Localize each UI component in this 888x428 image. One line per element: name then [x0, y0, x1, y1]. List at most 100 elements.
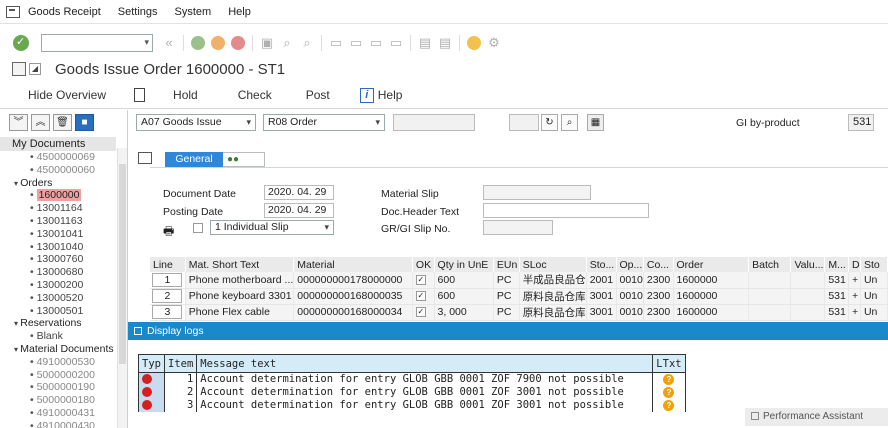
table-cell[interactable]: 2300 [643, 304, 674, 321]
first-page-icon[interactable]: ▭ [329, 36, 343, 50]
menu-system[interactable]: System [175, 6, 212, 18]
tree-item[interactable]: 13001041 [0, 228, 127, 241]
tree-item[interactable]: 13000680 [0, 266, 127, 279]
log-longtext-cell[interactable]: ? [652, 386, 686, 399]
column-header[interactable]: Op... [616, 257, 644, 272]
find-icon[interactable]: ⌕ [280, 36, 294, 50]
tree-item[interactable]: 4500000069 [0, 151, 127, 164]
menu-help[interactable]: Help [228, 6, 251, 18]
table-cell[interactable] [790, 304, 826, 321]
back-icon[interactable] [191, 36, 205, 50]
table-cell[interactable] [748, 304, 792, 321]
table-cell[interactable]: PC [493, 304, 520, 321]
table-cell[interactable]: 531 [824, 288, 849, 305]
column-header[interactable]: Co... [643, 257, 674, 272]
column-header[interactable]: SLoc [519, 257, 587, 272]
column-header[interactable]: D [848, 257, 861, 272]
tree-item[interactable]: 5000000200 [0, 369, 127, 382]
table-cell[interactable]: 半成品良品仓 [519, 272, 587, 289]
hold-button[interactable]: Hold [173, 88, 198, 102]
log-row[interactable]: 2 Account determination for entry GLOB GB… [138, 386, 686, 399]
column-header[interactable]: Sto [860, 257, 888, 272]
chevron-down-icon[interactable]: ▾ [144, 37, 149, 48]
table-cell[interactable]: 0010 [616, 272, 644, 289]
table-cell[interactable]: Un [860, 304, 888, 321]
table-cell[interactable]: 000000000178000000 [293, 272, 413, 289]
long-text-icon[interactable]: ? [663, 374, 675, 385]
column-header[interactable]: Batch [748, 257, 792, 272]
table-cell[interactable]: Phone motherboard ... [185, 272, 295, 289]
posting-date-field[interactable]: 2020. 04. 29 [264, 203, 334, 218]
table-cell[interactable]: 531 [824, 272, 849, 289]
table-row[interactable]: 2 Phone keyboard 3301 000000000168000035 ✓ 6… [150, 288, 888, 305]
tree-item[interactable]: 4910000530 [0, 356, 127, 369]
menu-goods-receipt[interactable]: Goods Receipt [28, 6, 101, 18]
column-header[interactable]: Order [673, 257, 750, 272]
column-header[interactable]: Valu... [790, 257, 826, 272]
table-cell[interactable]: 600 [434, 288, 494, 305]
post-button[interactable]: Post [306, 88, 330, 102]
new-session-icon[interactable]: ▤ [418, 36, 432, 50]
tree-item[interactable]: 1600000 [0, 189, 127, 202]
app-menu-icon[interactable] [6, 5, 20, 18]
tab-general[interactable]: General [165, 152, 223, 167]
tree-item[interactable]: 13001163 [0, 215, 127, 228]
table-cell[interactable]: 2001 [586, 272, 617, 289]
enter-icon[interactable] [13, 35, 29, 51]
table-cell[interactable]: Phone Flex cable [185, 304, 295, 321]
table-cell[interactable]: + [848, 288, 861, 305]
ok-checkbox[interactable]: ✓ [415, 291, 426, 302]
tree-item[interactable]: Blank [0, 330, 127, 343]
document-date-field[interactable]: 2020. 04. 29 [264, 185, 334, 200]
table-row[interactable]: 3 Phone Flex cable 000000000168000034 ✓ 3, 0… [150, 304, 888, 321]
table-cell[interactable]: Phone keyboard 3301 [185, 288, 295, 305]
trash-icon[interactable]: 🗑 [53, 113, 72, 131]
table-cell[interactable] [790, 288, 826, 305]
table-cell[interactable]: 0010 [616, 288, 644, 305]
tree-item[interactable]: 13000200 [0, 279, 127, 292]
print-checkbox[interactable] [193, 223, 203, 233]
settings-icon[interactable]: ▦ [587, 114, 604, 131]
tree-item[interactable]: 13000501 [0, 305, 127, 318]
log-row[interactable]: 3 Account determination for entry GLOB GB… [138, 399, 686, 412]
table-cell[interactable]: 0010 [616, 304, 644, 321]
table-cell[interactable]: 000000000168000034 [293, 304, 413, 321]
table-cell[interactable]: 3, 000 [434, 304, 494, 321]
table-cell[interactable]: 1600000 [673, 304, 750, 321]
close-overview-icon[interactable]: ■ [75, 113, 94, 131]
log-row[interactable]: 1 Account determination for entry GLOB GB… [138, 372, 686, 386]
new-document-icon[interactable] [134, 88, 146, 102]
ok-checkbox[interactable]: ✓ [415, 307, 426, 318]
command-field[interactable]: ▾ [41, 34, 153, 52]
detail-toggle-icon[interactable] [138, 152, 152, 164]
tree-item[interactable]: 4910000430 [0, 420, 127, 428]
long-text-icon[interactable]: ? [663, 387, 675, 398]
scrollbar-thumb[interactable] [119, 164, 126, 364]
table-cell[interactable]: + [848, 272, 861, 289]
table-cell[interactable]: 2300 [643, 272, 674, 289]
exit-icon[interactable] [211, 36, 225, 50]
next-page-icon[interactable]: ▭ [369, 36, 383, 50]
tree-folder[interactable]: Material Documents [0, 343, 127, 356]
tree-folder[interactable]: Orders [0, 177, 127, 190]
table-cell[interactable]: PC [493, 288, 520, 305]
tree-item[interactable]: 13000520 [0, 292, 127, 305]
print-icon[interactable]: ▣ [260, 36, 274, 50]
find-next-icon[interactable]: ⌕ [300, 36, 314, 50]
tree-item[interactable]: 4500000060 [0, 164, 127, 177]
tree-item[interactable]: 4910000431 [0, 407, 127, 420]
column-header[interactable]: Mat. Short Text [185, 257, 295, 272]
ok-checkbox-cell[interactable]: ✓ [412, 304, 435, 321]
gi-by-product-field[interactable]: 531 [848, 114, 874, 131]
ok-checkbox[interactable]: ✓ [415, 274, 426, 285]
log-longtext-cell[interactable]: ? [652, 399, 686, 412]
expand-icon[interactable]: ◢ [29, 63, 41, 75]
table-cell[interactable]: 000000000168000035 [293, 288, 413, 305]
first-page-icon[interactable]: « [162, 36, 176, 50]
reference-number-field[interactable] [393, 114, 475, 131]
table-cell[interactable] [748, 288, 792, 305]
line-number-cell[interactable]: 3 [150, 304, 186, 321]
table-cell[interactable]: 3001 [586, 288, 617, 305]
gear-icon[interactable]: ⚙ [487, 36, 501, 50]
table-cell[interactable]: 600 [434, 272, 494, 289]
